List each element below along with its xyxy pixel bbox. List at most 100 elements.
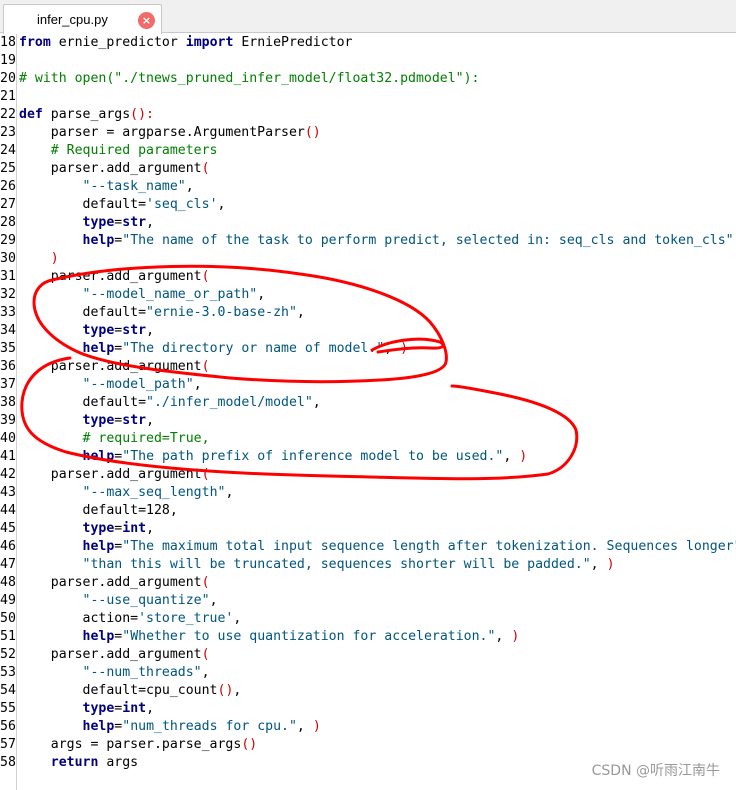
code-token: type <box>82 323 115 338</box>
code-token: , <box>146 323 155 338</box>
code-line[interactable]: 27 default='seq_cls', <box>0 196 736 214</box>
close-icon[interactable]: × <box>138 12 155 29</box>
code-line[interactable]: 29 help="The name of the task to perform… <box>0 232 736 250</box>
line-number: 33 <box>0 305 16 320</box>
code-token: ( <box>201 647 210 662</box>
code-line[interactable]: 56 help="num_threads for cpu.", ) <box>0 718 736 736</box>
line-number: 32 <box>0 287 16 302</box>
line-number: 19 <box>0 53 16 68</box>
code-line[interactable]: 28 type=str, <box>0 214 736 232</box>
line-number: 57 <box>0 737 16 752</box>
code-token: args = parser.parse_args <box>19 737 242 752</box>
code-token: ) <box>606 557 615 572</box>
code-token: type <box>82 701 115 716</box>
code-line[interactable]: 30 ) <box>0 250 736 268</box>
code-text: # Required parameters <box>19 142 218 160</box>
code-text: parser = argparse.ArgumentParser() <box>19 124 321 142</box>
code-line[interactable]: 51 help="Whether to use quantization for… <box>0 628 736 646</box>
code-line[interactable]: 26 "--task_name", <box>0 178 736 196</box>
line-number: 52 <box>0 647 16 662</box>
code-line[interactable]: 50 action='store_true', <box>0 610 736 628</box>
code-line[interactable]: 52 parser.add_argument( <box>0 646 736 664</box>
code-token: ) <box>400 341 409 356</box>
code-token: , <box>146 413 155 428</box>
code-line[interactable]: 36 parser.add_argument( <box>0 358 736 376</box>
code-token: "--use_quantize" <box>82 593 210 608</box>
code-token: , <box>503 449 520 464</box>
code-line[interactable]: 43 "--max_seq_length", <box>0 484 736 502</box>
code-line[interactable]: 44 default=128, <box>0 502 736 520</box>
code-token: type <box>82 521 115 536</box>
tab-bar: infer_cpu.py × <box>0 0 736 34</box>
code-text: "--model_path", <box>19 376 202 394</box>
code-line[interactable]: 53 "--num_threads", <box>0 664 736 682</box>
code-line[interactable]: 25 parser.add_argument( <box>0 160 736 178</box>
code-line[interactable]: 24 # Required parameters <box>0 142 736 160</box>
code-line[interactable]: 55 type=int, <box>0 700 736 718</box>
code-token: parser.add_argument <box>19 161 202 176</box>
code-line[interactable]: 34 type=str, <box>0 322 736 340</box>
code-token: # required=True, <box>19 431 210 446</box>
code-line[interactable]: 33 default="ernie-3.0-base-zh", <box>0 304 736 322</box>
code-line[interactable]: 20 # with open("./tnews_pruned_infer_mode… <box>0 70 736 88</box>
code-text: "than this will be truncated, sequences … <box>19 556 615 574</box>
code-text: "--num_threads", <box>19 664 210 682</box>
code-line[interactable]: 35 help="The directory or name of model.… <box>0 340 736 358</box>
code-line[interactable]: 23 parser = argparse.ArgumentParser() <box>0 124 736 142</box>
tab-infer-cpu[interactable]: infer_cpu.py × <box>3 4 162 34</box>
code-token: "The name of the task to perform predict… <box>122 233 734 248</box>
code-line[interactable]: 42 parser.add_argument( <box>0 466 736 484</box>
code-line[interactable]: 41 help="The path prefix of inference mo… <box>0 448 736 466</box>
code-token: (): <box>130 107 154 122</box>
code-token: "num_threads for cpu." <box>122 719 297 734</box>
code-text: def parse_args(): <box>19 106 154 124</box>
code-line[interactable]: 38 default="./infer_model/model", <box>0 394 736 412</box>
code-line[interactable]: 21 <box>0 88 736 106</box>
line-number: 34 <box>0 323 16 338</box>
code-line[interactable]: 49 "--use_quantize", <box>0 592 736 610</box>
code-text: parser.add_argument( <box>19 160 210 178</box>
code-line[interactable]: 45 type=int, <box>0 520 736 538</box>
line-number: 30 <box>0 251 16 266</box>
code-line[interactable]: 40 # required=True, <box>0 430 736 448</box>
line-number: 38 <box>0 395 16 410</box>
line-number: 51 <box>0 629 16 644</box>
code-line[interactable]: 47 "than this will be truncated, sequenc… <box>0 556 736 574</box>
code-token: help <box>82 341 115 356</box>
code-line[interactable]: 37 "--model_path", <box>0 376 736 394</box>
code-line[interactable]: 46 help="The maximum total input sequenc… <box>0 538 736 556</box>
code-token: , <box>296 719 313 734</box>
code-text: parser.add_argument( <box>19 358 210 376</box>
code-token: parser = argparse.ArgumentParser <box>19 125 305 140</box>
line-number: 53 <box>0 665 16 680</box>
line-number: 35 <box>0 341 16 356</box>
code-line[interactable]: 54 default=cpu_count(), <box>0 682 736 700</box>
code-editor[interactable]: 18 from ernie_predictor import ErniePredi… <box>0 34 736 790</box>
code-line[interactable]: 31 parser.add_argument( <box>0 268 736 286</box>
code-token: default= <box>19 305 147 320</box>
code-token: () <box>241 737 258 752</box>
code-text: parser.add_argument( <box>19 268 210 286</box>
code-token: "ernie-3.0-base-zh" <box>146 305 297 320</box>
code-line[interactable]: 32 "--model_name_or_path", <box>0 286 736 304</box>
code-line[interactable]: 57 args = parser.parse_args() <box>0 736 736 754</box>
line-number: 45 <box>0 521 16 536</box>
code-line[interactable]: 39 type=str, <box>0 412 736 430</box>
line-number: 55 <box>0 701 16 716</box>
line-number: 24 <box>0 143 16 158</box>
code-token: "--num_threads" <box>82 665 202 680</box>
code-text: return args <box>19 754 138 772</box>
code-text: default="./infer_model/model", <box>19 394 321 412</box>
line-number: 43 <box>0 485 16 500</box>
code-token: , <box>495 629 512 644</box>
code-token: "than this will be truncated, sequences … <box>82 557 591 572</box>
code-line[interactable]: 48 parser.add_argument( <box>0 574 736 592</box>
code-line[interactable]: 22 def parse_args(): <box>0 106 736 124</box>
code-line[interactable]: 18 from ernie_predictor import ErniePredi… <box>0 34 736 52</box>
code-text: type=int, <box>19 700 155 718</box>
line-number: 21 <box>0 89 16 104</box>
code-line[interactable]: 19 <box>0 52 736 70</box>
